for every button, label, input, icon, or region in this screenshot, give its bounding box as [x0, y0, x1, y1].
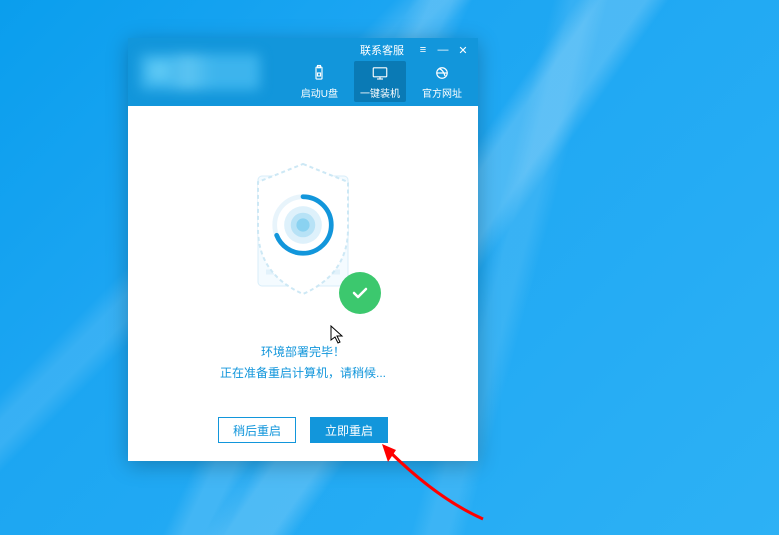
menu-button[interactable]: ≡ — [414, 41, 432, 59]
progress-ring — [270, 192, 336, 258]
button-row: 稍后重启 立即重启 — [128, 417, 478, 443]
mouse-cursor-icon — [330, 325, 346, 350]
tab-label: 启动U盘 — [301, 85, 338, 100]
contact-support-link[interactable]: 联系客服 — [360, 42, 404, 58]
close-button[interactable]: ✕ — [454, 41, 472, 59]
tab-label: 一键装机 — [360, 85, 400, 100]
tab-one-click-install[interactable]: 一键装机 — [354, 61, 406, 102]
tab-label: 官方网址 — [422, 85, 462, 100]
annotation-arrow — [378, 444, 488, 529]
close-icon: ✕ — [458, 44, 467, 57]
content-area: 环境部署完毕！ 正在准备重启计算机，请稍候... 稍后重启 立即重启 — [128, 106, 478, 461]
app-window: 联系客服 ≡ — ✕ 启动U盘 — [128, 38, 478, 461]
hamburger-icon: ≡ — [420, 44, 426, 56]
success-check-icon — [339, 272, 381, 314]
monitor-icon — [370, 63, 390, 83]
minimize-icon: — — [438, 44, 449, 56]
titlebar: 联系客服 ≡ — ✕ 启动U盘 — [128, 38, 478, 106]
restart-now-button[interactable]: 立即重启 — [310, 417, 388, 443]
shield-graphic — [231, 154, 376, 319]
status-line-1: 环境部署完毕！ — [148, 343, 458, 362]
status-message: 环境部署完毕！ 正在准备重启计算机，请稍候... — [148, 341, 458, 385]
restart-later-button[interactable]: 稍后重启 — [218, 417, 296, 443]
usb-icon — [309, 63, 329, 83]
minimize-button[interactable]: — — [434, 41, 452, 59]
app-logo — [140, 54, 260, 90]
status-line-2: 正在准备重启计算机，请稍候... — [148, 364, 458, 383]
tab-boot-usb[interactable]: 启动U盘 — [295, 61, 344, 102]
tab-official-website[interactable]: 官方网址 — [416, 61, 468, 102]
nav-tabs: 启动U盘 一键装机 — [295, 61, 468, 102]
ie-icon — [432, 63, 452, 83]
